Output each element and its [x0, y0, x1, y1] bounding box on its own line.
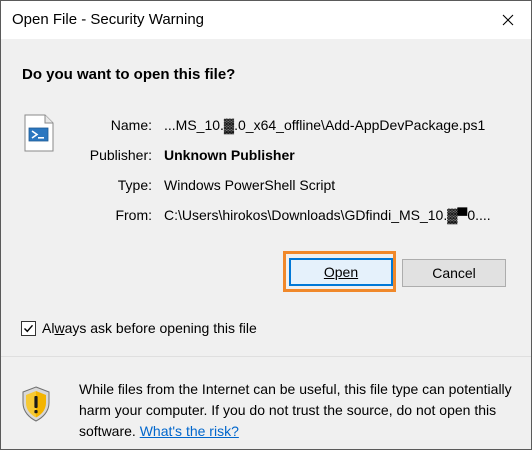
- shield-warning-icon: [21, 386, 51, 427]
- open-button-label: Open: [323, 264, 359, 280]
- from-value: C:\Users\hirokos\Downloads\GDfindi_MS_10…: [164, 207, 491, 223]
- cancel-button-label: Cancel: [432, 265, 476, 281]
- cancel-button[interactable]: Cancel: [402, 259, 506, 287]
- always-ask-label[interactable]: Always ask before opening this file: [42, 320, 257, 336]
- whats-the-risk-link[interactable]: What's the risk?: [140, 423, 239, 439]
- type-label: Type:: [117, 177, 152, 193]
- open-button[interactable]: Open: [289, 258, 393, 286]
- name-value: ...MS_10.▓.0_x64_offline\Add-AppDevPacka…: [164, 117, 486, 133]
- always-ask-checkbox[interactable]: [21, 320, 36, 336]
- from-label: From:: [115, 207, 152, 223]
- warning-footer: While files from the Internet can be use…: [1, 357, 531, 449]
- question-heading: Do you want to open this file?: [22, 66, 236, 83]
- close-icon: [502, 14, 514, 26]
- checkmark-icon: [24, 324, 34, 332]
- close-button[interactable]: [485, 1, 531, 39]
- dialog-content: Do you want to open this file? Name: ...…: [1, 39, 531, 449]
- name-label: Name:: [110, 117, 152, 133]
- warning-message: While files from the Internet can be use…: [79, 379, 519, 442]
- security-warning-dialog: Open File - Security Warning Do you want…: [0, 0, 532, 450]
- publisher-label: Publisher:: [89, 147, 152, 163]
- title-bar: Open File - Security Warning: [1, 1, 531, 39]
- type-value: Windows PowerShell Script: [164, 177, 336, 193]
- window-title: Open File - Security Warning: [12, 11, 205, 28]
- publisher-value: Unknown Publisher: [164, 147, 295, 163]
- always-ask-checkbox-row[interactable]: Always ask before opening this file: [21, 320, 257, 336]
